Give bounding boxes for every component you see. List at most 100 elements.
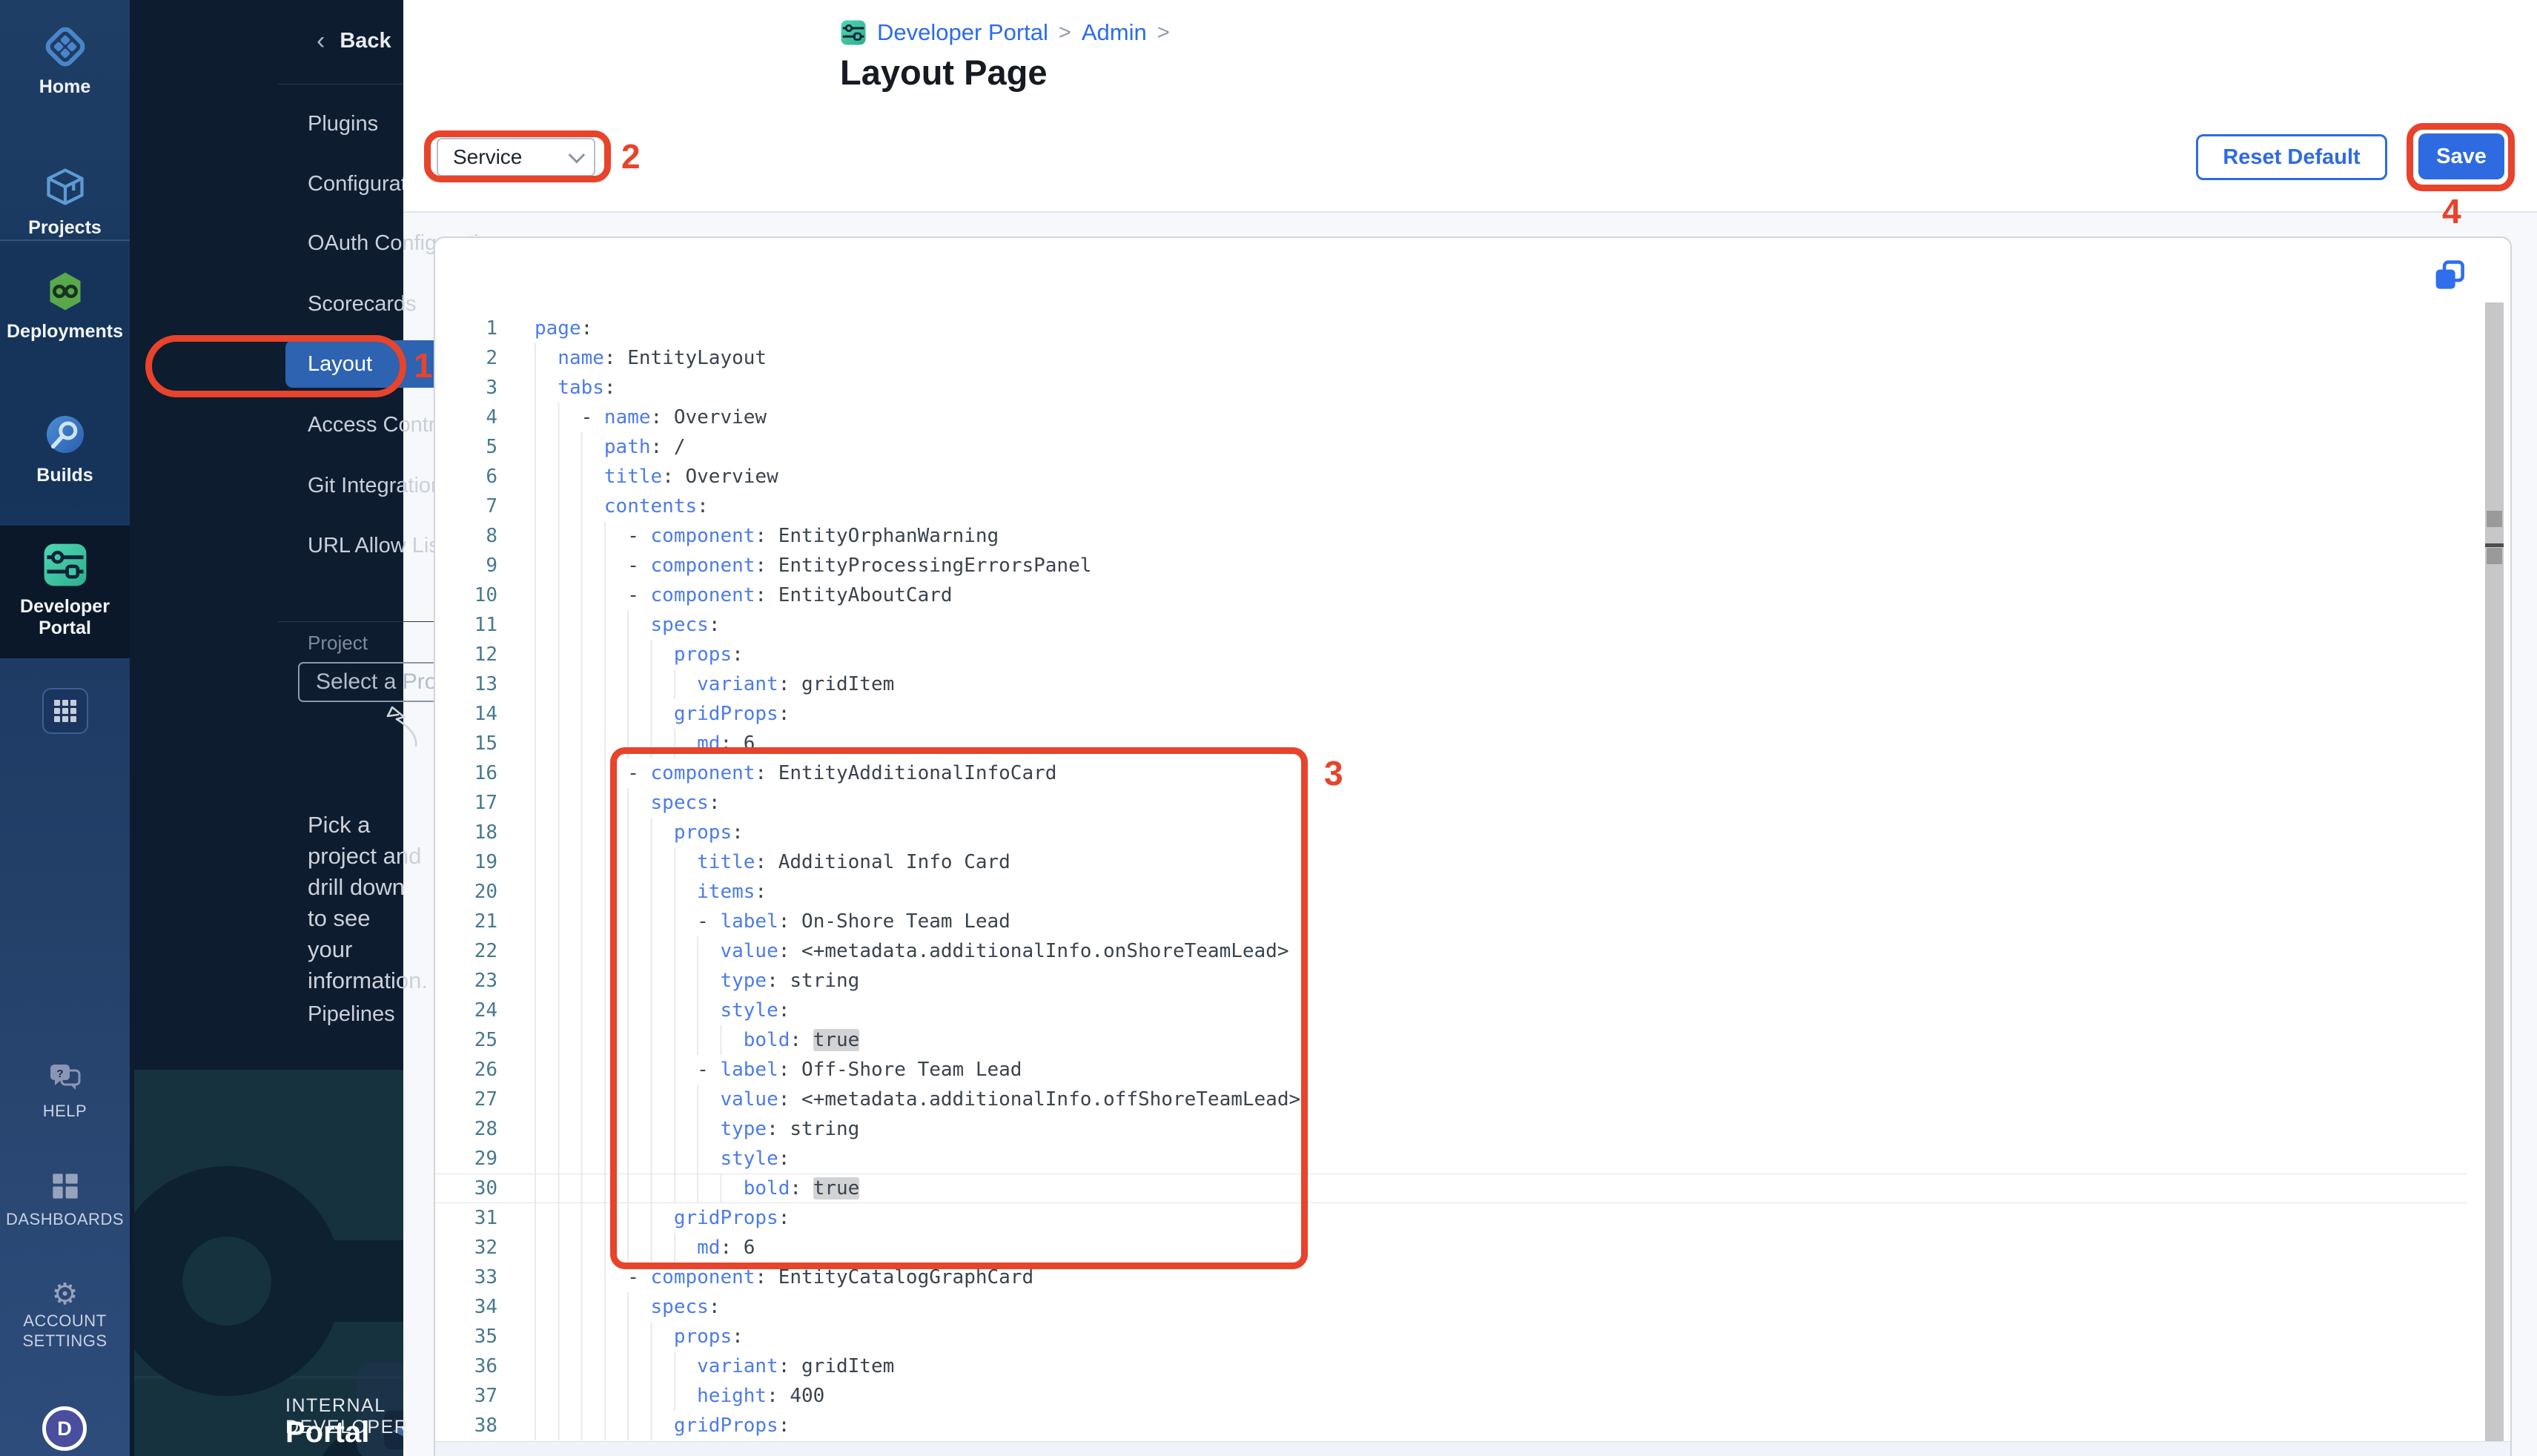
code-lines[interactable]: 1page:2name: EntityLayout3tabs:4- name: … xyxy=(435,314,2467,1440)
entity-type-select[interactable]: Service xyxy=(437,138,595,176)
reset-default-button[interactable]: Reset Default xyxy=(2196,134,2387,180)
line-number: 13 xyxy=(435,669,497,699)
code-line-10[interactable]: 10- component: EntityAboutCard xyxy=(435,580,2467,610)
nav-item-deployments[interactable]: Deployments xyxy=(0,270,130,343)
annotation-label-4: 4 xyxy=(2442,191,2461,231)
avatar-initial: D xyxy=(57,1417,72,1440)
code-line-13[interactable]: 13variant: gridItem xyxy=(435,669,2467,699)
code-line-14[interactable]: 14gridProps: xyxy=(435,699,2467,729)
nav-item-dashboards[interactable]: DASHBOARDS xyxy=(0,1171,130,1229)
user-avatar[interactable]: D xyxy=(42,1406,87,1451)
code-line-34[interactable]: 34specs: xyxy=(435,1292,2467,1322)
admin-sidebar: ‹ Back Plugins Configurations OAuth Conf… xyxy=(130,0,403,1456)
sidebar-item-plugins[interactable]: Plugins xyxy=(308,111,378,136)
save-button[interactable]: Save xyxy=(2418,133,2504,179)
code-line-1[interactable]: 1page: xyxy=(435,314,2467,343)
line-number: 4 xyxy=(435,403,497,432)
code-line-4[interactable]: 4- name: Overview xyxy=(435,403,2467,432)
code-line-9[interactable]: 9- component: EntityProcessingErrorsPane… xyxy=(435,551,2467,580)
project-hint-text: Pick a project and drill down to see you… xyxy=(308,810,428,996)
module-switcher-button[interactable] xyxy=(42,688,88,734)
sidebar-item-label: Layout xyxy=(308,352,372,377)
nav-label: Projects xyxy=(0,217,130,239)
breadcrumb-link-admin[interactable]: Admin xyxy=(1082,19,1147,46)
code-line-36[interactable]: 36variant: gridItem xyxy=(435,1351,2467,1381)
code-line-32[interactable]: 32md: 6 xyxy=(435,1233,2467,1263)
line-number: 38 xyxy=(435,1411,497,1440)
line-number: 20 xyxy=(435,877,497,907)
code-line-18[interactable]: 18props: xyxy=(435,818,2467,847)
code-line-33[interactable]: 33- component: EntityCatalogGraphCard xyxy=(435,1263,2467,1292)
code-line-26[interactable]: 26- label: Off-Shore Team Lead xyxy=(435,1055,2467,1085)
line-number: 19 xyxy=(435,847,497,877)
sidebar-item-access-control[interactable]: Access Control xyxy=(308,412,452,437)
chevron-down-icon xyxy=(569,147,586,164)
code-line-17[interactable]: 17specs: xyxy=(435,788,2467,818)
breadcrumb-link-developer-portal[interactable]: Developer Portal xyxy=(877,19,1048,46)
editor-horizontal-scrollbar[interactable] xyxy=(435,1441,2512,1456)
entity-type-value: Service xyxy=(453,145,522,169)
nav-label: ACCOUNT SETTINGS xyxy=(21,1311,110,1351)
nav-item-home[interactable]: Home xyxy=(0,25,130,98)
code-line-21[interactable]: 21- label: On-Shore Team Lead xyxy=(435,907,2467,936)
nav-label: Developer Portal xyxy=(17,596,113,639)
code-line-23[interactable]: 23type: string xyxy=(435,966,2467,996)
line-number: 34 xyxy=(435,1292,497,1322)
help-icon: ? xyxy=(49,1063,82,1093)
code-line-25[interactable]: 25bold: true xyxy=(435,1025,2467,1055)
code-line-7[interactable]: 7contents: xyxy=(435,492,2467,521)
code-line-22[interactable]: 22value: <+metadata.additionalInfo.onSho… xyxy=(435,936,2467,966)
copy-icon[interactable] xyxy=(2432,259,2467,293)
line-number: 23 xyxy=(435,966,497,996)
code-line-6[interactable]: 6title: Overview xyxy=(435,462,2467,492)
line-number: 3 xyxy=(435,373,497,403)
code-line-35[interactable]: 35props: xyxy=(435,1322,2467,1351)
code-line-29[interactable]: 29style: xyxy=(435,1144,2467,1174)
code-line-37[interactable]: 37height: 400 xyxy=(435,1381,2467,1411)
sidebar-item-scorecards[interactable]: Scorecards xyxy=(308,291,417,317)
code-line-24[interactable]: 24style: xyxy=(435,996,2467,1025)
project-section-label: Project xyxy=(308,632,368,655)
sidebar-item-git-integrations[interactable]: Git Integrations xyxy=(308,473,454,498)
nav-item-account-settings[interactable]: ⚙ ACCOUNT SETTINGS xyxy=(0,1280,130,1351)
line-number: 26 xyxy=(435,1055,497,1085)
breadcrumb: Developer Portal > Admin > xyxy=(840,19,1170,46)
line-number: 17 xyxy=(435,788,497,818)
nav-item-builds[interactable]: Builds xyxy=(0,412,130,486)
code-line-19[interactable]: 19title: Additional Info Card xyxy=(435,847,2467,877)
code-line-38[interactable]: 38gridProps: xyxy=(435,1411,2467,1440)
sidebar-item-url-allow-list[interactable]: URL Allow List xyxy=(308,533,446,558)
code-line-5[interactable]: 5path: / xyxy=(435,432,2467,462)
editor-vertical-scrollbar[interactable] xyxy=(2485,302,2504,1456)
back-button[interactable]: ‹ Back xyxy=(317,28,391,53)
module-nav: Home Projects Deployments xyxy=(0,0,130,1456)
code-line-12[interactable]: 12props: xyxy=(435,640,2467,669)
code-line-8[interactable]: 8- component: EntityOrphanWarning xyxy=(435,521,2467,551)
breadcrumb-separator: > xyxy=(1157,21,1170,45)
sidebar-item-pipelines[interactable]: Pipelines xyxy=(308,1002,395,1027)
scrollbar-decoration xyxy=(2487,511,2502,527)
line-number: 28 xyxy=(435,1114,497,1144)
line-number: 16 xyxy=(435,758,497,788)
nav-item-help[interactable]: ? HELP xyxy=(0,1063,130,1121)
scrollbar-decoration xyxy=(2487,548,2502,564)
line-number: 15 xyxy=(435,729,497,758)
code-line-3[interactable]: 3tabs: xyxy=(435,373,2467,403)
code-line-28[interactable]: 28type: string xyxy=(435,1114,2467,1144)
line-number: 1 xyxy=(435,314,497,343)
code-line-2[interactable]: 2name: EntityLayout xyxy=(435,343,2467,373)
code-line-20[interactable]: 20items: xyxy=(435,877,2467,907)
line-number: 31 xyxy=(435,1203,497,1233)
grid-icon xyxy=(53,698,78,724)
code-line-31[interactable]: 31gridProps: xyxy=(435,1203,2467,1233)
line-number: 37 xyxy=(435,1381,497,1411)
code-line-11[interactable]: 11specs: xyxy=(435,610,2467,640)
nav-item-projects[interactable]: Projects xyxy=(0,165,130,239)
code-line-15[interactable]: 15md: 6 xyxy=(435,729,2467,758)
code-line-27[interactable]: 27value: <+metadata.additionalInfo.offSh… xyxy=(435,1085,2467,1114)
code-line-30[interactable]: 30bold: true xyxy=(435,1174,2467,1203)
home-icon xyxy=(44,25,87,68)
code-line-16[interactable]: 16- component: EntityAdditionalInfoCard xyxy=(435,758,2467,788)
nav-item-developer-portal[interactable]: Developer Portal xyxy=(0,542,130,639)
doodle-arrow-icon xyxy=(373,701,422,749)
